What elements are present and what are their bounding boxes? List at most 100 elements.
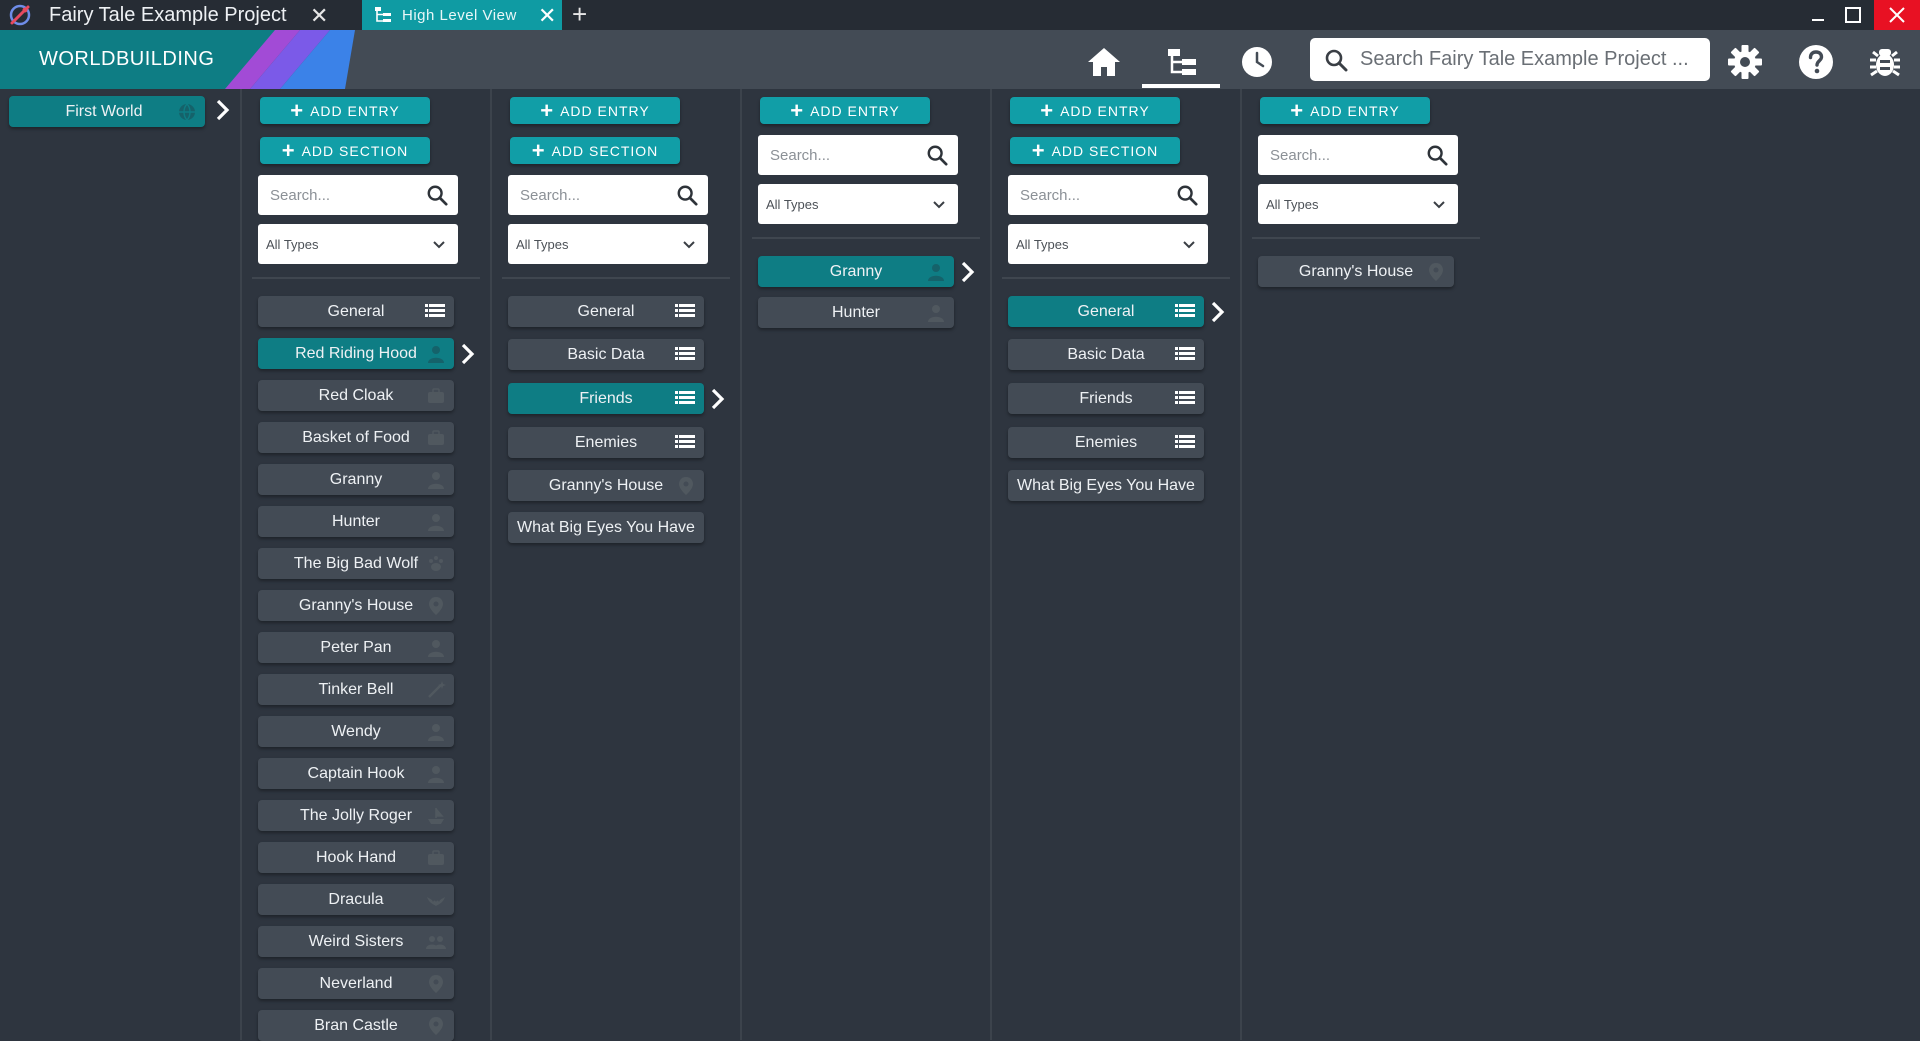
list-item-label: Bran Castle: [314, 1016, 398, 1034]
ship-icon: [428, 808, 444, 824]
list-item[interactable]: Peter Pan: [258, 632, 454, 663]
search-icon: [677, 185, 698, 206]
list-item-label: Hook Hand: [315, 848, 397, 866]
type-filter-select[interactable]: All Types: [508, 224, 708, 264]
add-entry-button[interactable]: + ADD ENTRY: [1010, 97, 1180, 124]
type-filter-select[interactable]: All Types: [758, 184, 958, 224]
list-item[interactable]: Dracula: [258, 884, 454, 915]
minimize-icon: [1812, 19, 1824, 21]
active-nav-indicator: [1142, 84, 1220, 88]
tree-view-icon: [375, 7, 391, 22]
list-item[interactable]: Neverland: [258, 968, 454, 999]
list-item-label: Basic Data: [567, 345, 645, 363]
help-button[interactable]: [1786, 37, 1846, 87]
add-entry-button[interactable]: + ADD ENTRY: [510, 97, 680, 124]
list-item[interactable]: The Jolly Roger: [258, 800, 454, 831]
list-item-label: Granny: [329, 470, 383, 488]
tree-view-icon: [1168, 49, 1196, 75]
list-item[interactable]: Granny's House: [258, 590, 454, 621]
add-section-button[interactable]: + ADD SECTION: [1010, 137, 1180, 164]
window-close-button[interactable]: [1874, 0, 1920, 30]
list-item[interactable]: Friends: [1008, 383, 1204, 414]
plus-icon: +: [290, 97, 305, 123]
paw-icon: [429, 556, 443, 571]
history-button[interactable]: [1227, 37, 1287, 87]
new-tab-button[interactable]: +: [572, 0, 587, 30]
window-maximize-button[interactable]: [1830, 0, 1876, 30]
globe-icon: [179, 103, 195, 121]
list-item[interactable]: Granny's House: [508, 470, 704, 501]
list-item-label: Granny's House: [548, 476, 664, 494]
list-item[interactable]: Enemies: [508, 427, 704, 458]
list-item[interactable]: Bran Castle: [258, 1010, 454, 1041]
add-entry-button[interactable]: + ADD ENTRY: [1260, 97, 1430, 124]
settings-button[interactable]: [1715, 37, 1775, 87]
type-filter-select[interactable]: All Types: [1008, 224, 1208, 264]
search-placeholder: Search...: [770, 146, 831, 164]
person-icon: [928, 264, 944, 281]
list-item[interactable]: Granny: [758, 256, 954, 287]
bug-report-button[interactable]: [1855, 37, 1915, 87]
worldbuilding-banner: WORLDBUILDING: [0, 30, 400, 89]
search-placeholder: Search...: [1270, 146, 1331, 164]
list-item-label: Weird Sisters: [308, 932, 404, 950]
list-item[interactable]: General: [258, 296, 454, 327]
list-item[interactable]: Granny: [258, 464, 454, 495]
chevron-right-icon: [216, 99, 230, 121]
title-bar: Fairy Tale Example Project ✕ High Level …: [0, 0, 1920, 30]
gear-icon: [1728, 45, 1762, 79]
column-search-input[interactable]: Search...: [258, 175, 458, 215]
add-section-button[interactable]: + ADD SECTION: [510, 137, 680, 164]
list-item[interactable]: Basket of Food: [258, 422, 454, 453]
list-item[interactable]: What Big Eyes You Have: [1008, 470, 1204, 501]
add-entry-button[interactable]: + ADD ENTRY: [260, 97, 430, 124]
person-icon: [428, 346, 444, 363]
list-item[interactable]: General: [1008, 296, 1204, 327]
list-item[interactable]: Enemies: [1008, 427, 1204, 458]
high-level-view-button[interactable]: [1152, 37, 1212, 87]
tab-high-level-view-close-icon[interactable]: ✕: [538, 3, 556, 29]
home-button[interactable]: [1074, 37, 1134, 87]
list-item[interactable]: Red Cloak: [258, 380, 454, 411]
list-item[interactable]: What Big Eyes You Have: [508, 512, 704, 543]
plus-icon: +: [1290, 97, 1305, 123]
global-search-input[interactable]: Search Fairy Tale Example Project ...: [1310, 38, 1710, 81]
search-placeholder: Search...: [270, 186, 331, 204]
world-item-first-world[interactable]: First World: [9, 96, 205, 127]
list-item[interactable]: Basic Data: [1008, 339, 1204, 370]
tab-project-close-icon[interactable]: ✕: [310, 3, 328, 29]
app-logo-icon: [9, 4, 31, 26]
add-section-button[interactable]: + ADD SECTION: [260, 137, 430, 164]
column-search-input[interactable]: Search...: [1008, 175, 1208, 215]
list-item[interactable]: Hunter: [758, 297, 954, 328]
add-section-label: ADD SECTION: [301, 142, 409, 159]
type-filter-select[interactable]: All Types: [1258, 184, 1458, 224]
list-item[interactable]: The Big Bad Wolf: [258, 548, 454, 579]
list-item-label: General: [577, 302, 635, 320]
list-item-label: Enemies: [1074, 433, 1138, 451]
list-item[interactable]: Friends: [508, 383, 704, 414]
add-entry-button[interactable]: + ADD ENTRY: [760, 97, 930, 124]
list-item[interactable]: Red Riding Hood: [258, 338, 454, 369]
list-item[interactable]: Granny's House: [1258, 256, 1454, 287]
world-item-label: First World: [65, 102, 143, 120]
clock-icon: [1242, 47, 1272, 77]
tab-project[interactable]: Fairy Tale Example Project ✕: [0, 0, 360, 30]
plus-icon: +: [1031, 137, 1046, 163]
list-item[interactable]: Hook Hand: [258, 842, 454, 873]
list-item[interactable]: Captain Hook: [258, 758, 454, 789]
list-item[interactable]: Basic Data: [508, 339, 704, 370]
list-item[interactable]: Tinker Bell: [258, 674, 454, 705]
type-filter-select[interactable]: All Types: [258, 224, 458, 264]
list-item[interactable]: Hunter: [258, 506, 454, 537]
list-item[interactable]: Wendy: [258, 716, 454, 747]
list-icon: [675, 435, 695, 448]
column-search-input[interactable]: Search...: [1258, 135, 1458, 175]
column-search-input[interactable]: Search...: [508, 175, 708, 215]
list-item[interactable]: General: [508, 296, 704, 327]
list-item[interactable]: Weird Sisters: [258, 926, 454, 957]
column-search-input[interactable]: Search...: [758, 135, 958, 175]
search-icon: [427, 185, 448, 206]
chevron-down-icon: [683, 241, 695, 249]
tab-high-level-view[interactable]: High Level View ✕: [362, 0, 562, 30]
